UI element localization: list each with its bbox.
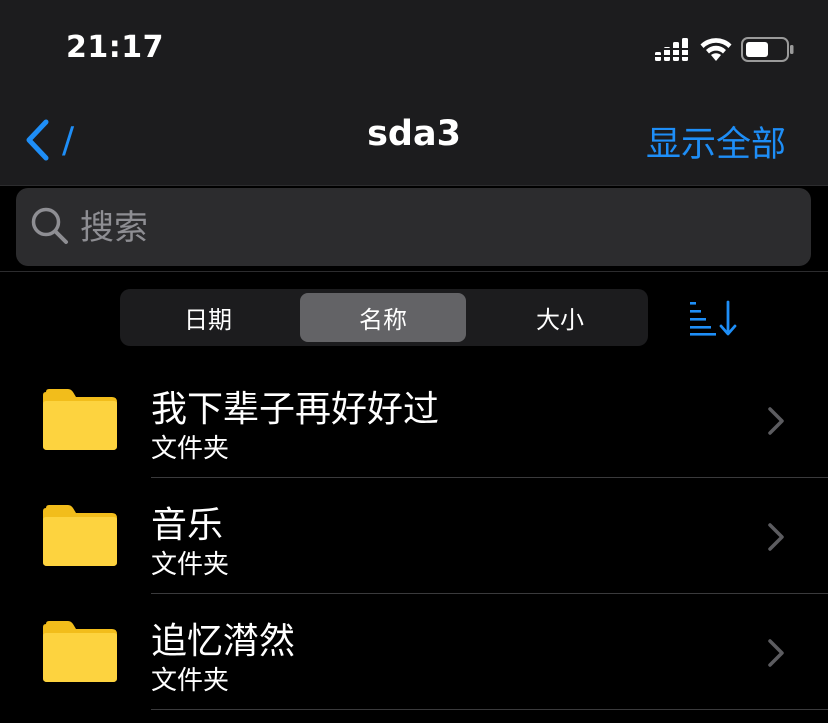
search-input[interactable]: 搜索 bbox=[80, 206, 148, 250]
wifi-icon bbox=[700, 38, 732, 61]
item-name: 我下辈子再好好过 bbox=[151, 389, 440, 430]
list-item[interactable]: 音乐 文件夹 bbox=[0, 478, 828, 594]
show-all-button[interactable]: 显示全部 bbox=[646, 116, 786, 167]
battery-icon bbox=[741, 37, 794, 62]
header-divider bbox=[0, 185, 828, 186]
sort-segmented-control: 日期 名称 大小 bbox=[120, 289, 648, 346]
segment-date[interactable]: 日期 bbox=[120, 289, 296, 346]
chevron-right-icon bbox=[768, 407, 784, 435]
folder-icon bbox=[43, 505, 117, 566]
item-name: 音乐 bbox=[151, 505, 224, 546]
chevron-right-icon bbox=[768, 639, 784, 667]
segment-name[interactable]: 名称 bbox=[300, 293, 466, 342]
search-icon bbox=[31, 207, 68, 244]
item-kind: 文件夹 bbox=[151, 434, 230, 464]
folder-icon bbox=[43, 621, 117, 682]
item-kind: 文件夹 bbox=[151, 550, 230, 580]
row-divider bbox=[151, 709, 828, 710]
status-time: 21:17 bbox=[66, 30, 164, 65]
list-item[interactable]: 我下辈子再好好过 文件夹 bbox=[0, 362, 828, 478]
sort-order-icon[interactable] bbox=[688, 300, 740, 336]
chevron-right-icon bbox=[768, 523, 784, 551]
list-item[interactable]: 追忆潸然 文件夹 bbox=[0, 594, 828, 710]
folder-icon bbox=[43, 389, 117, 450]
search-divider bbox=[0, 271, 828, 272]
cellular-signal-icon bbox=[655, 38, 688, 61]
segment-size[interactable]: 大小 bbox=[472, 289, 648, 346]
item-kind: 文件夹 bbox=[151, 666, 230, 696]
item-name: 追忆潸然 bbox=[151, 621, 296, 662]
